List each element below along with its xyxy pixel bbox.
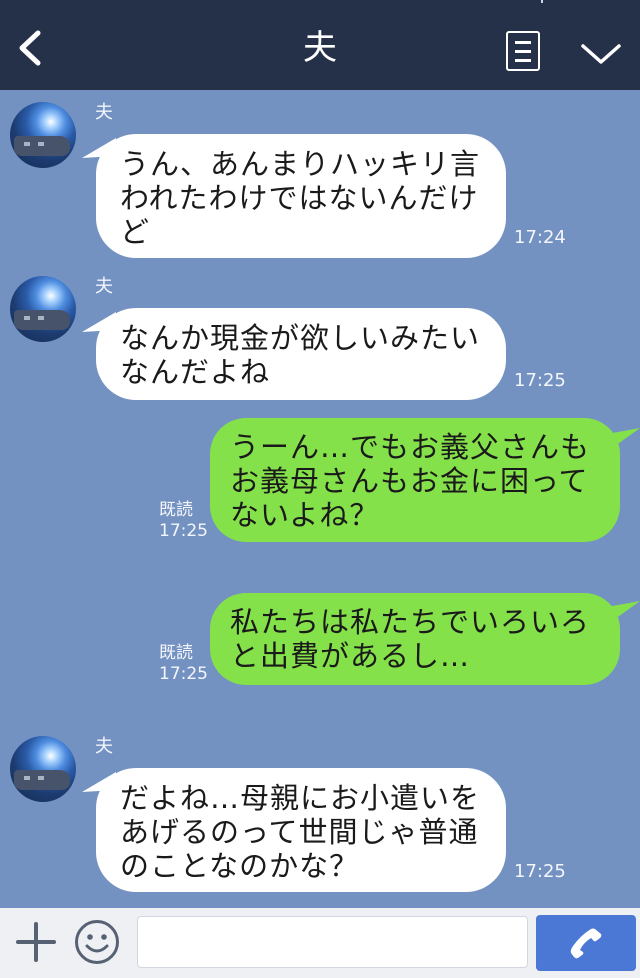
message-time: 17:24 <box>514 227 566 248</box>
message-line: ど <box>120 215 151 249</box>
menu-icon[interactable] <box>506 31 540 71</box>
message-bubble-outgoing[interactable]: うーん…でもお義父さんも お義母さんもお金に困って ないよね？ <box>210 418 620 542</box>
message-line: だよね…母親にお小遣いを <box>120 781 481 815</box>
sender-name: 夫 <box>95 102 113 123</box>
message-line: われたわけではないんだけ <box>120 181 479 215</box>
plus-icon[interactable] <box>16 922 56 962</box>
smiley-icon[interactable] <box>74 919 120 965</box>
message-time: 17:25 <box>514 861 566 882</box>
message-bubble-incoming[interactable]: だよね…母親にお小遣いを あげるのって世間じゃ普通 のことなのかな？ <box>96 768 506 892</box>
chat-header: 夫 <box>0 0 640 90</box>
message-line: お義母さんもお金に困って <box>230 464 589 498</box>
message-line: あげるのって世間じゃ普通 <box>120 815 479 849</box>
avatar[interactable] <box>10 276 76 342</box>
message-list[interactable]: 夫 うん、あんまりハッキリ言 われたわけではないんだけ ど 17:24 夫 なん… <box>0 90 640 908</box>
message-bubble-incoming[interactable]: うん、あんまりハッキリ言 われたわけではないんだけ ど <box>96 134 506 258</box>
read-status: 既読 <box>159 500 193 520</box>
message-line: なんだよね <box>120 355 271 389</box>
avatar[interactable] <box>10 736 76 802</box>
message-line: 私たちは私たちでいろいろ <box>230 605 591 639</box>
chevron-down-icon[interactable] <box>580 40 622 68</box>
message-line: なんか現金が欲しいみたい <box>120 321 481 355</box>
message-line: のことなのかな？ <box>120 849 360 883</box>
message-bubble-incoming[interactable]: なんか現金が欲しいみたい なんだよね <box>96 308 506 400</box>
read-status: 既読 <box>159 643 193 663</box>
message-line: うん、あんまりハッキリ言 <box>120 147 481 181</box>
sender-name: 夫 <box>95 736 113 757</box>
message-time: 17:25 <box>514 370 566 391</box>
message-bubble-outgoing[interactable]: 私たちは私たちでいろいろ と出費があるし… <box>210 593 620 685</box>
call-button[interactable] <box>536 915 636 971</box>
status-bar-mark <box>541 0 543 3</box>
message-line: うーん…でもお義父さんも <box>230 430 591 464</box>
message-time: 17:25 <box>159 521 208 541</box>
message-line: と出費があるし… <box>230 639 471 673</box>
sender-name: 夫 <box>95 276 113 297</box>
message-input[interactable] <box>137 916 528 968</box>
message-line: ないよね？ <box>230 498 380 532</box>
phone-icon <box>570 928 602 959</box>
avatar[interactable] <box>10 102 76 168</box>
message-time: 17:25 <box>159 664 208 684</box>
chat-title: 夫 <box>303 28 337 68</box>
